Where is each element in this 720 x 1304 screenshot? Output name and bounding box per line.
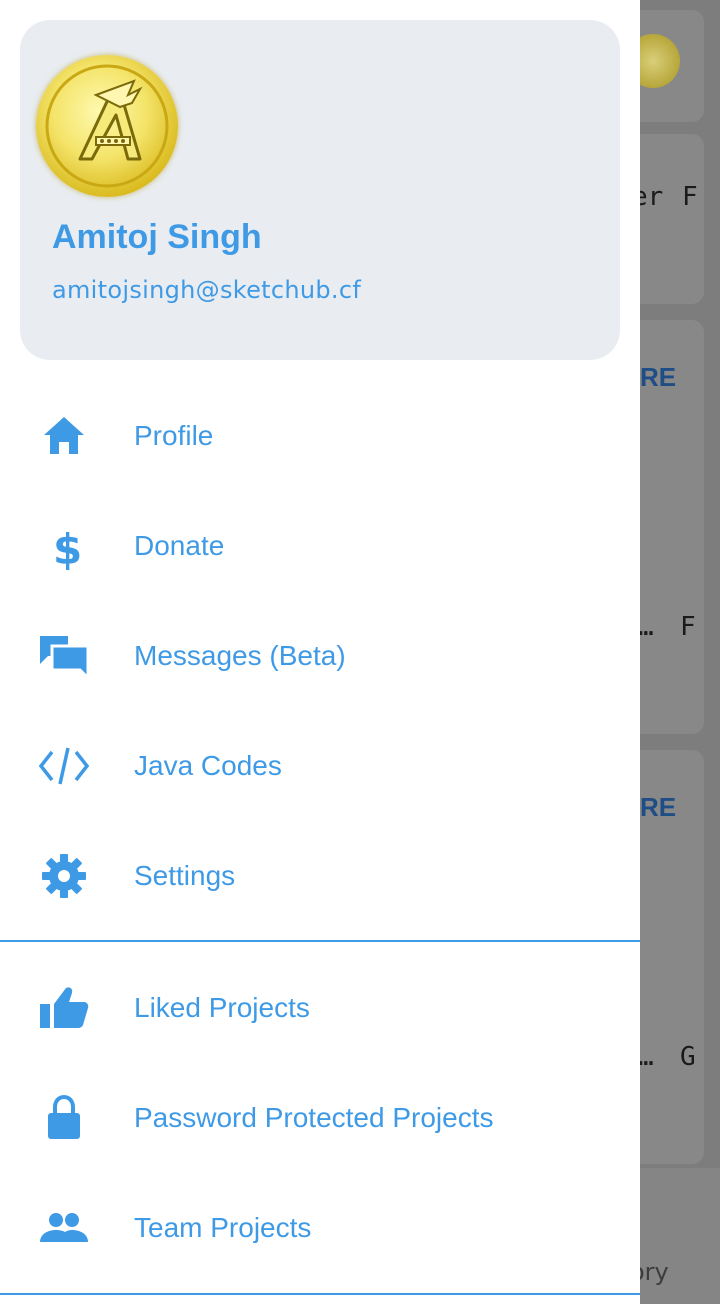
background-card-3-text: … [638,1042,654,1072]
menu-item-label: Settings [134,860,236,891]
menu-item-messages[interactable]: Messages (Beta) [0,601,640,711]
svg-text:$: $ [53,525,82,570]
menu-item-password-protected-projects[interactable]: Password Protected Projects [0,1063,640,1173]
menu-item-java-codes[interactable]: Java Codes [0,711,640,821]
menu-item-team-projects[interactable]: Team Projects [0,1173,640,1283]
drawer-header: Amitoj Singh amitojsingh@sketchub.cf [20,20,620,360]
background-card-2-letter: F [680,612,696,642]
people-icon [40,1213,88,1242]
home-icon [44,417,84,454]
background-card-2-text: … [638,612,654,642]
background-card-2-badge: RE [640,362,677,392]
menu-item-label: Java Codes [134,750,282,781]
menu-item-profile[interactable]: Profile [0,381,640,491]
menu-item-label: Donate [134,530,225,561]
user-name: Amitoj Singh [52,218,262,256]
avatar[interactable] [36,55,178,197]
background-card-3-badge: RE [640,792,677,822]
user-email: amitojsingh@sketchub.cf [52,276,362,304]
navigation-drawer: Amitoj Singh amitojsingh@sketchub.cf Pro… [0,0,640,1304]
gear-icon [42,854,86,898]
menu-item-liked-projects[interactable]: Liked Projects [0,953,640,1063]
menu-divider-bottom [0,1293,640,1295]
thumb-up-icon [40,987,89,1028]
background-card-3-letter: G [680,1042,696,1072]
menu-item-label: Team Projects [134,1212,312,1243]
menu-item-donate[interactable]: $ Donate [0,491,640,601]
menu-item-label: Password Protected Projects [134,1102,494,1133]
chat-icon [40,636,90,680]
menu-item-label: Profile [134,420,214,451]
menu-item-label: Messages (Beta) [134,640,346,671]
menu-divider [0,940,640,942]
background-card-1-letter: F [682,182,698,212]
menu-item-settings[interactable]: Settings [0,821,640,931]
dollar-icon: $ [53,525,82,570]
menu-item-label: Liked Projects [134,992,310,1023]
code-icon [38,747,90,785]
lock-icon [48,1094,80,1139]
app-logo-icon [45,64,169,188]
